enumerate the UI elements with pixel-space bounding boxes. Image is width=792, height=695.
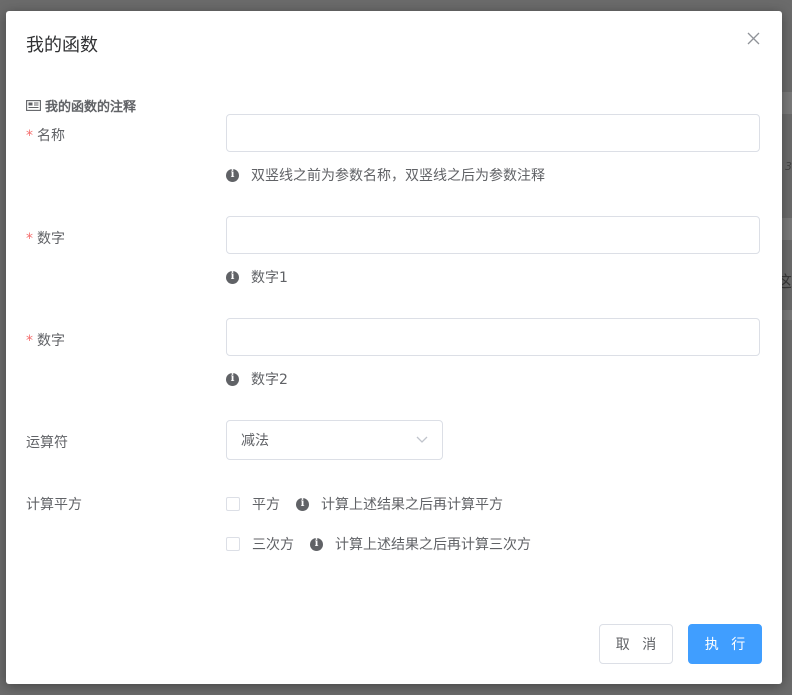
dialog-title: 我的函数 bbox=[26, 35, 98, 56]
square-option-hint: 计算上述结果之后再计算平方 bbox=[321, 497, 503, 513]
cancel-button[interactable]: 取 消 bbox=[599, 624, 673, 664]
required-mark: * bbox=[26, 128, 33, 144]
function-dialog: 我的函数 我的函数的注释 * 名称 i 双竖线之前为参数名称，双竖线之后为参数注释… bbox=[6, 11, 782, 684]
name-input[interactable] bbox=[226, 114, 760, 152]
square-option-label[interactable]: 平方 bbox=[252, 494, 280, 514]
info-icon: i bbox=[226, 270, 239, 284]
execute-button[interactable]: 执 行 bbox=[688, 624, 762, 664]
number2-hint: i 数字2 bbox=[226, 369, 288, 389]
required-mark: * bbox=[26, 231, 33, 247]
newspaper-icon bbox=[26, 100, 41, 111]
info-icon: i bbox=[296, 497, 309, 511]
name-label: * 名称 bbox=[26, 128, 65, 144]
section-title-text: 我的函数的注释 bbox=[45, 100, 137, 115]
cube-option: 三次方 i 计算上述结果之后再计算三次方 bbox=[226, 534, 531, 554]
square-checkbox[interactable] bbox=[226, 497, 240, 511]
number2-input[interactable] bbox=[226, 318, 760, 356]
cube-checkbox[interactable] bbox=[226, 537, 240, 551]
operator-label: 运算符 bbox=[26, 435, 68, 451]
info-icon: i bbox=[226, 372, 239, 386]
square-option: 平方 i 计算上述结果之后再计算平方 bbox=[226, 494, 503, 514]
required-mark: * bbox=[26, 333, 33, 349]
close-icon bbox=[747, 32, 760, 45]
number1-hint: i 数字1 bbox=[226, 267, 288, 287]
name-hint: i 双竖线之前为参数名称，双竖线之后为参数注释 bbox=[226, 165, 545, 185]
close-button[interactable] bbox=[744, 29, 764, 49]
number2-label: * 数字 bbox=[26, 333, 65, 349]
operator-select[interactable]: 减法 bbox=[226, 420, 443, 460]
number1-label: * 数字 bbox=[26, 231, 65, 247]
cube-option-label[interactable]: 三次方 bbox=[252, 534, 294, 554]
number1-input[interactable] bbox=[226, 216, 760, 254]
info-icon: i bbox=[226, 168, 239, 182]
chevron-down-icon bbox=[416, 436, 428, 443]
operator-selected-value: 减法 bbox=[241, 433, 269, 449]
section-title: 我的函数的注释 bbox=[26, 96, 136, 115]
info-icon: i bbox=[310, 537, 323, 551]
background-number: 3 bbox=[785, 160, 792, 173]
cube-option-hint: 计算上述结果之后再计算三次方 bbox=[335, 537, 531, 553]
square-label: 计算平方 bbox=[26, 497, 82, 513]
